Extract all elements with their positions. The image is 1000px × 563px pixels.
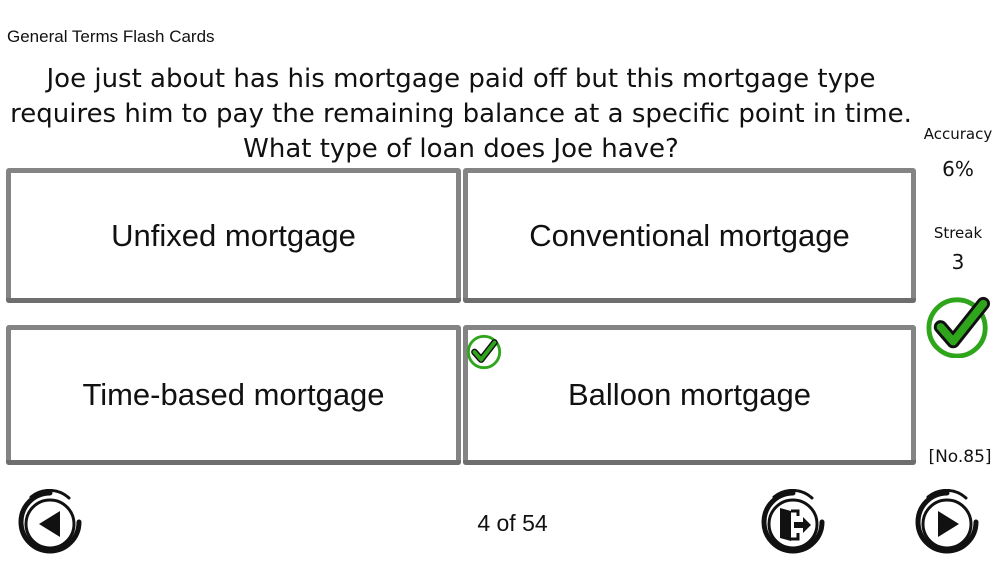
question-line: What type of loan does Joe have? (243, 134, 679, 164)
arrow-right-circle-icon (915, 489, 979, 554)
card-number: [No.85] (928, 447, 992, 467)
answer-label: Time-based mortgage (82, 377, 385, 412)
card-progress: 4 of 54 (477, 510, 548, 536)
question-text: Joe just about has his mortgage paid off… (0, 62, 922, 167)
previous-button[interactable] (17, 489, 83, 555)
answer-label: Unfixed mortgage (111, 217, 356, 253)
answer-option-unfixed[interactable]: Unfixed mortgage (6, 168, 461, 303)
answer-label: Balloon mortgage (568, 377, 811, 412)
streak-value: 3 (951, 250, 965, 274)
answer-label: Conventional mortgage (529, 217, 850, 253)
flashcard-screen: General Terms Flash Cards Joe just about… (0, 0, 1000, 563)
accuracy-value: 6% (942, 157, 974, 181)
question-line: Joe just about has his mortgage paid off… (46, 64, 876, 94)
correct-answer-check-icon (466, 334, 502, 370)
question-line: requires him to pay the remaining balanc… (10, 99, 912, 129)
check-circle-icon (926, 296, 991, 358)
answer-option-balloon[interactable]: Balloon mortgage (463, 325, 916, 465)
deck-title: General Terms Flash Cards (7, 27, 215, 46)
accuracy-label: Accuracy (923, 125, 993, 143)
arrow-left-circle-icon (18, 489, 82, 554)
streak-label: Streak (933, 224, 983, 242)
answer-option-conventional[interactable]: Conventional mortgage (463, 168, 916, 303)
exit-button[interactable] (760, 489, 826, 555)
answer-option-time-based[interactable]: Time-based mortgage (6, 325, 461, 465)
next-button[interactable] (914, 489, 980, 555)
exit-door-icon (761, 489, 825, 554)
